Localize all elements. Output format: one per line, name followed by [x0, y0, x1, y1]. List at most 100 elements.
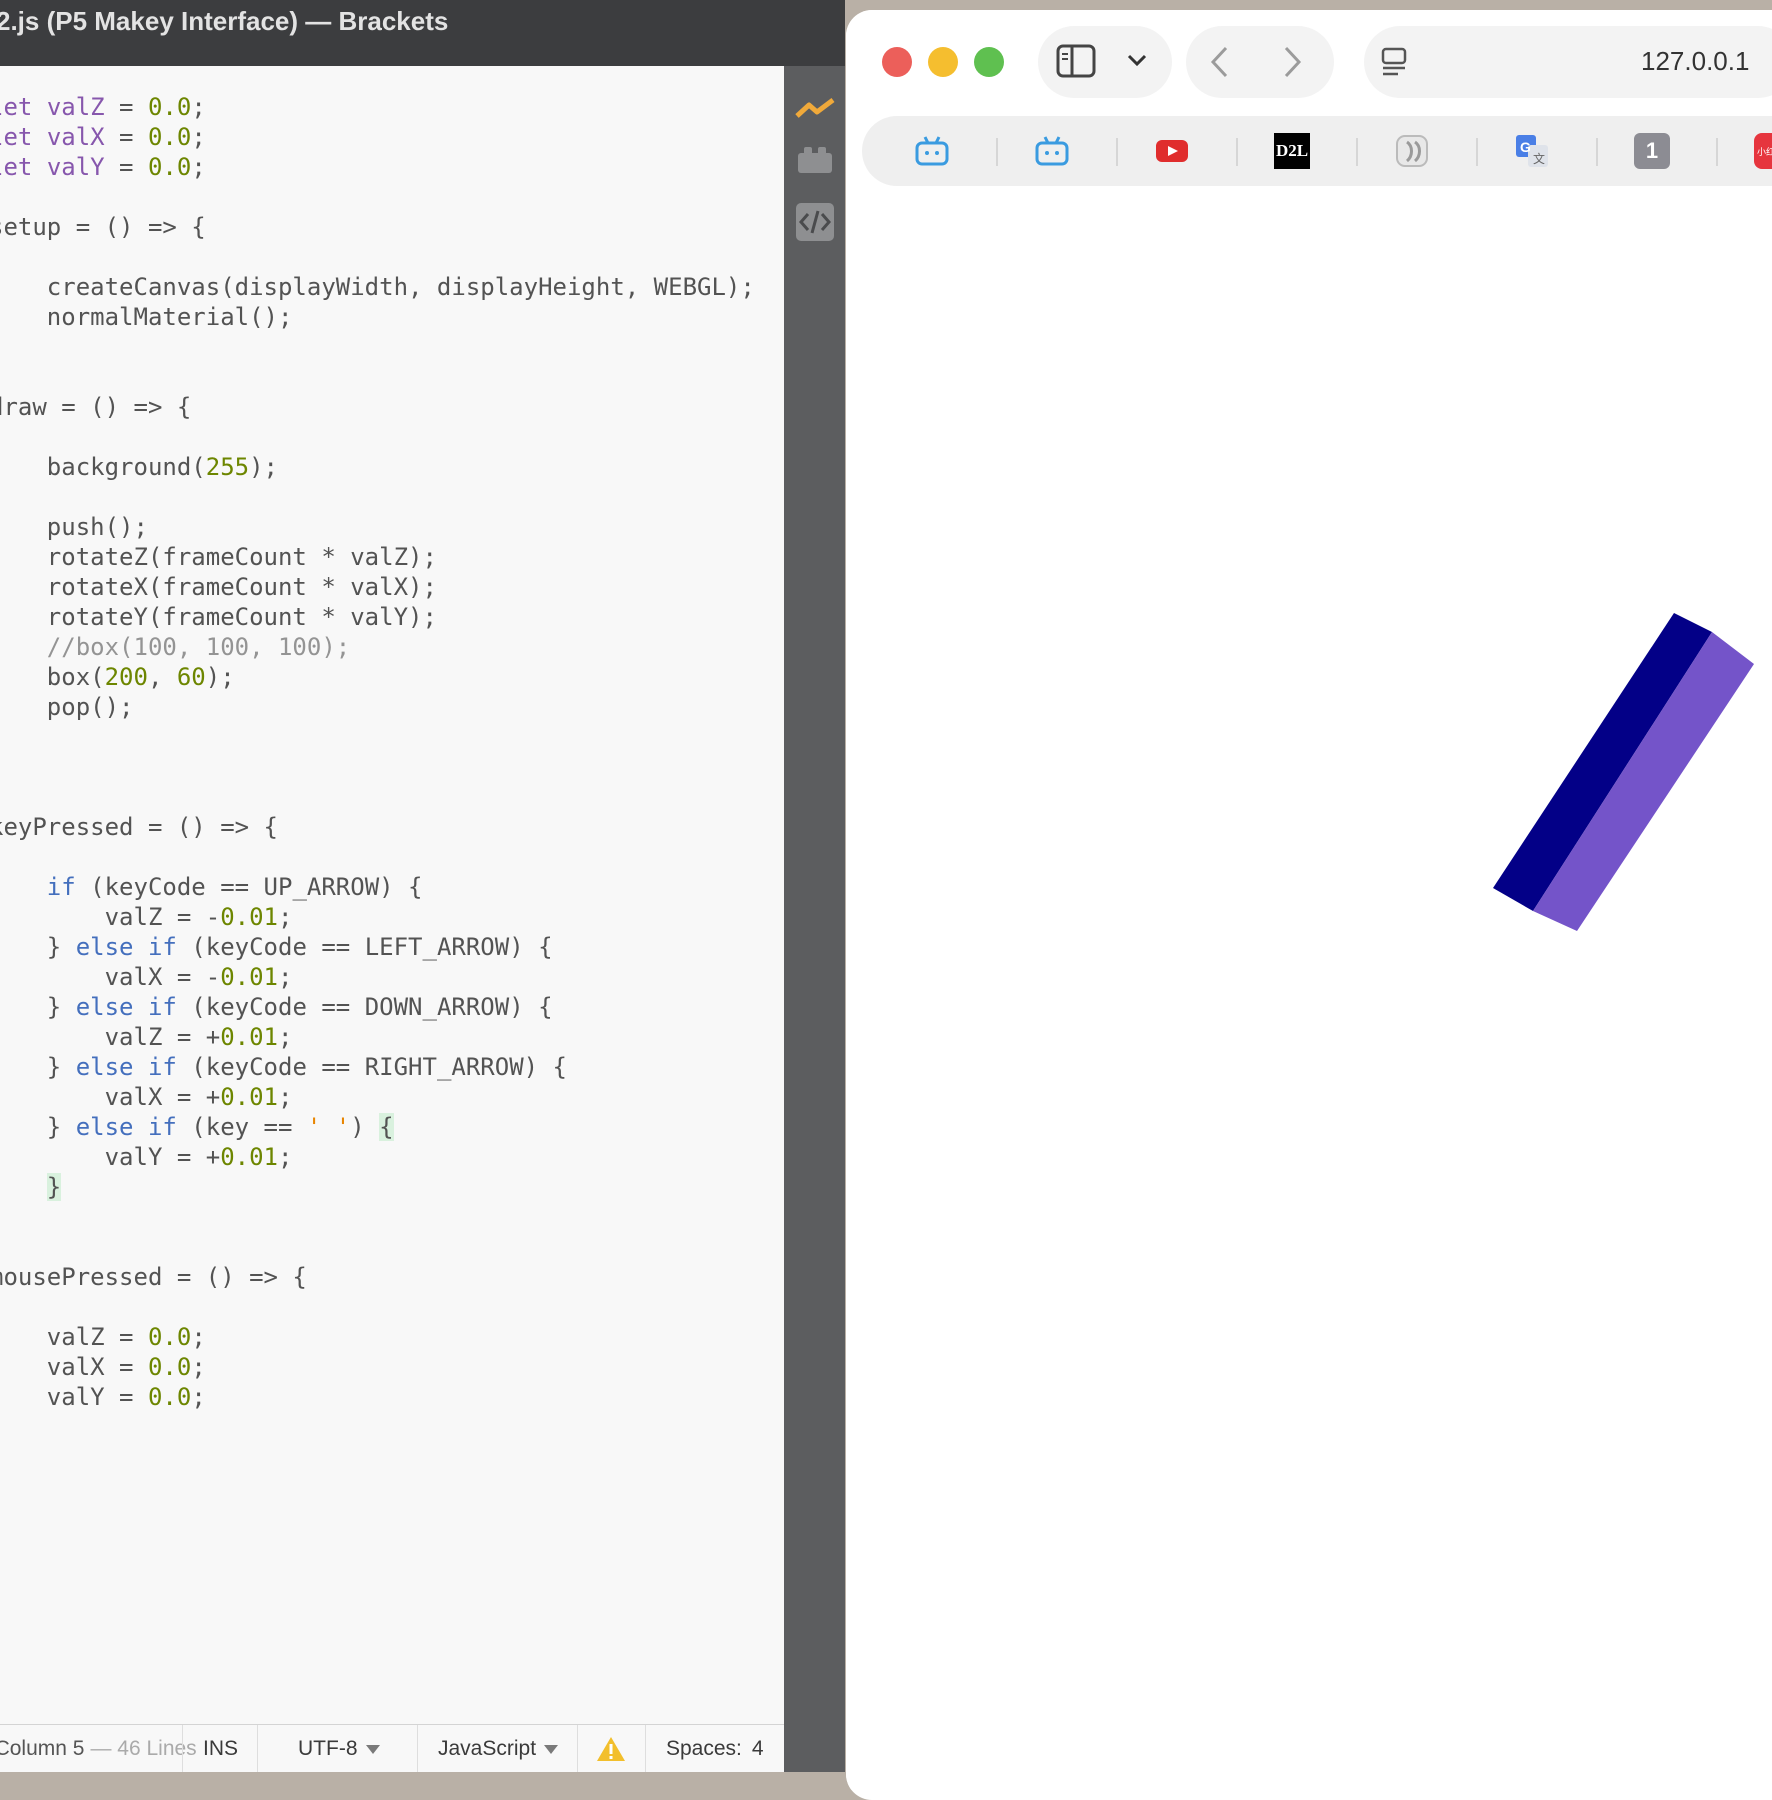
code-line[interactable] [0, 482, 755, 512]
minimize-window-button[interactable] [928, 47, 958, 77]
code-lines[interactable]: let valZ = 0.0;let valX = 0.0;let valY =… [0, 92, 755, 1412]
code-token: valY [46, 153, 105, 181]
code-token: ; [191, 123, 206, 151]
code-editor[interactable]: let valZ = 0.0;let valX = 0.0;let valY =… [0, 66, 784, 1724]
tab-count-icon[interactable]: 1 [1634, 133, 1670, 169]
code-line[interactable]: draw = () => { [0, 392, 755, 422]
google-translate-icon[interactable]: G文 [1514, 133, 1550, 169]
back-button[interactable] [1208, 44, 1232, 85]
encoding-select[interactable]: UTF-8 [257, 1725, 417, 1772]
code-line[interactable] [0, 362, 755, 392]
code-line[interactable]: push(); [0, 512, 755, 542]
chevron-down-icon[interactable] [1126, 52, 1148, 73]
code-line[interactable]: } else if (keyCode == LEFT_ARROW) { [0, 932, 755, 962]
youtube-icon[interactable] [1154, 133, 1190, 169]
code-line[interactable]: } else if (key == ' ') { [0, 1112, 755, 1142]
code-line[interactable] [0, 332, 755, 362]
code-line[interactable] [0, 722, 755, 752]
code-line[interactable]: valX = -0.01; [0, 962, 755, 992]
code-line[interactable]: valY = +0.01; [0, 1142, 755, 1172]
code-line[interactable]: mousePressed = () => { [0, 1262, 755, 1292]
code-token: else if [75, 1053, 177, 1081]
code-line[interactable]: rotateZ(frameCount * valZ); [0, 542, 755, 572]
sketch-icon[interactable] [1394, 133, 1430, 169]
indent-settings[interactable]: Spaces: 4 [645, 1725, 785, 1772]
maximize-window-button[interactable] [974, 47, 1004, 77]
code-line[interactable] [0, 842, 755, 872]
code-line[interactable]: box(200, 60); [0, 662, 755, 692]
code-line[interactable]: } else if (keyCode == RIGHT_ARROW) { [0, 1052, 755, 1082]
spaces-value[interactable]: 4 [752, 1737, 764, 1761]
close-window-button[interactable] [882, 47, 912, 77]
d2l-label: D2L [1275, 141, 1309, 160]
code-line[interactable]: valY = 0.0; [0, 1382, 755, 1412]
code-token: valY = [0, 1383, 148, 1411]
code-line[interactable]: let valX = 0.0; [0, 122, 755, 152]
code-line[interactable] [0, 782, 755, 812]
code-line[interactable]: keyPressed = () => { [0, 812, 755, 842]
code-line[interactable]: background(255); [0, 452, 755, 482]
code-token: } [46, 1173, 62, 1201]
code-token: pop(); [0, 693, 134, 721]
bilibili-icon[interactable] [914, 133, 950, 169]
code-token: else if [75, 993, 177, 1021]
code-line[interactable] [0, 242, 755, 272]
page-menu-icon[interactable] [1380, 46, 1408, 83]
code-line[interactable]: let valZ = 0.0; [0, 92, 755, 122]
code-token: 0.0 [147, 1353, 192, 1381]
code-line[interactable]: createCanvas(displayWidth, displayHeight… [0, 272, 755, 302]
code-token: 200 [104, 663, 148, 691]
editor-titlebar[interactable]: 2.js (P5 Makey Interface) — Brackets [0, 0, 845, 67]
code-line[interactable]: let valY = 0.0; [0, 152, 755, 182]
bilibili-icon[interactable] [1034, 133, 1070, 169]
chevron-right-icon [1284, 46, 1302, 78]
code-line[interactable]: pop(); [0, 692, 755, 722]
code-line[interactable]: rotateY(frameCount * valY); [0, 602, 755, 632]
live-preview-icon[interactable] [795, 88, 835, 128]
address-text[interactable]: 127.0.0.1 [1641, 46, 1749, 77]
code-line[interactable]: //box(100, 100, 100); [0, 632, 755, 662]
code-line[interactable]: valX = +0.01; [0, 1082, 755, 1112]
xiaohongshu-icon[interactable]: 小红书 [1754, 133, 1772, 169]
p5-sketch-canvas[interactable] [846, 190, 1772, 1790]
code-token: let [0, 123, 33, 151]
code-line[interactable]: valZ = +0.01; [0, 1022, 755, 1052]
d2l-icon[interactable]: D2L [1274, 133, 1310, 169]
code-token: } [46, 1113, 62, 1141]
code-line[interactable]: if (keyCode == UP_ARROW) { [0, 872, 755, 902]
code-token: } [46, 993, 62, 1021]
overwrite-mode-toggle[interactable]: INS [182, 1725, 257, 1772]
code-token: 0.01 [220, 1023, 278, 1051]
code-tag-icon[interactable] [795, 202, 835, 242]
code-line[interactable]: normalMaterial(); [0, 302, 755, 332]
code-line[interactable] [0, 1292, 755, 1322]
extension-manager-icon[interactable] [795, 140, 835, 180]
sidebar-icon[interactable] [1056, 44, 1096, 83]
code-line[interactable] [0, 1202, 755, 1232]
code-line[interactable]: valZ = -0.01; [0, 902, 755, 932]
code-line[interactable]: valZ = 0.0; [0, 1322, 755, 1352]
code-token: rotateY(frameCount * valY); [0, 603, 437, 631]
cursor-position[interactable]: Line 29, Column 5 — 46 Lines [0, 1725, 197, 1772]
code-token: ' ' [306, 1113, 351, 1141]
linter-status[interactable] [577, 1725, 645, 1772]
code-line[interactable]: } [0, 1172, 755, 1202]
code-token: if [46, 873, 76, 901]
code-token: 60 [176, 663, 206, 691]
code-line[interactable]: setup = () => { [0, 212, 755, 242]
code-token: valX = + [0, 1083, 221, 1111]
cursor-position-text: Line 29, Column 5 [0, 1737, 85, 1760]
code-line[interactable]: valX = 0.0; [0, 1352, 755, 1382]
code-line[interactable]: rotateX(frameCount * valX); [0, 572, 755, 602]
language-select[interactable]: JavaScript [417, 1725, 577, 1772]
forward-button[interactable] [1280, 44, 1304, 85]
code-line[interactable] [0, 422, 755, 452]
code-token: 0.0 [147, 123, 192, 151]
code-line[interactable] [0, 182, 755, 212]
code-line[interactable] [0, 1232, 755, 1262]
code-line[interactable]: } else if (keyCode == DOWN_ARROW) { [0, 992, 755, 1022]
code-line[interactable] [0, 752, 755, 782]
